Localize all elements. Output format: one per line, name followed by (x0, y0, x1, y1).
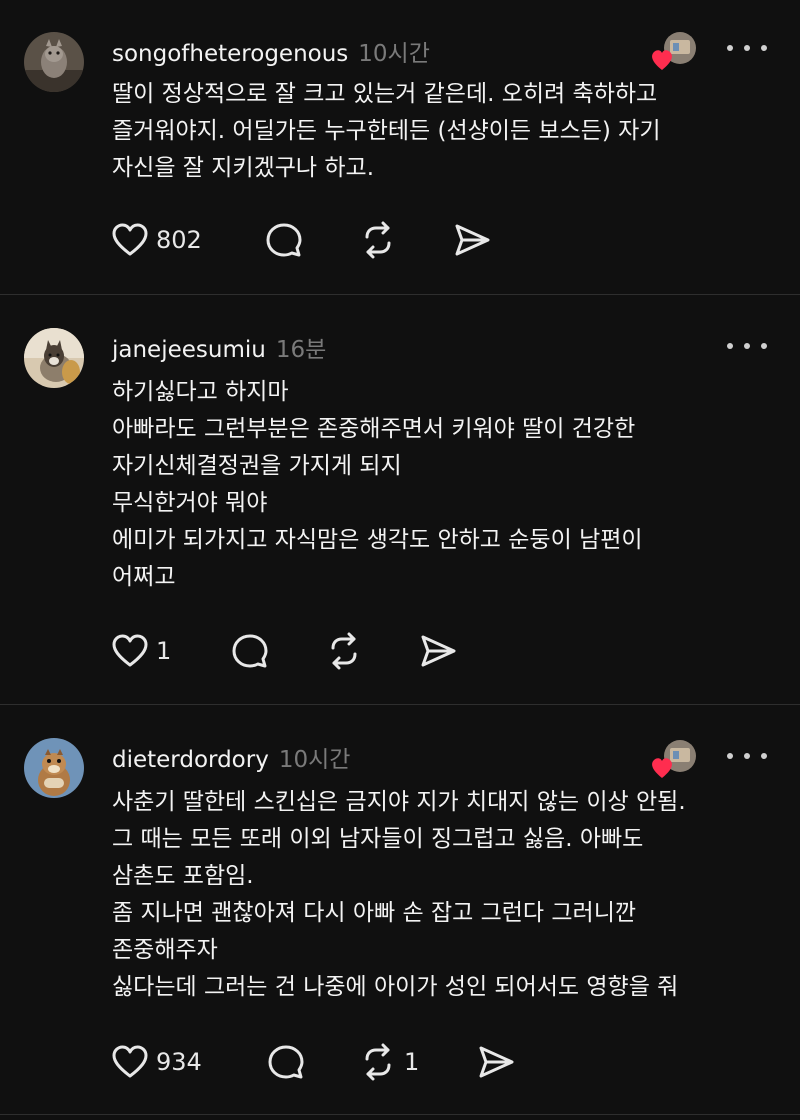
text-line: 자신을 잘 지키겠구나 하고. (112, 155, 375, 181)
comment-bubble-icon (266, 223, 302, 257)
text-line: 싫다는데 그러는 건 나중에 아이가 성인 되어서도 영향을 줘 (112, 974, 679, 1000)
repost-icon (365, 1043, 391, 1081)
heart-icon (112, 634, 148, 667)
heart-icon (112, 1045, 148, 1078)
more-dots-icon[interactable] (727, 336, 767, 356)
more-dots-icon[interactable] (727, 38, 767, 58)
text-line: 하기싫다고 하지마 (112, 379, 289, 405)
liked-by-author-badge (648, 738, 700, 782)
divider (0, 294, 800, 295)
share-button[interactable] (418, 629, 458, 673)
post-text: 딸이 정상적으로 잘 크고 있는거 같은데. 오히려 축하하고 즐거워야지. 어… (112, 76, 772, 187)
repost-button[interactable] (358, 218, 398, 262)
username[interactable]: dieterdordory 10시간 (112, 740, 350, 774)
text-line: 무식한거야 뭐야 (112, 490, 268, 516)
heart-icon (652, 50, 672, 70)
post-time: 16분 (275, 337, 327, 363)
heart-icon (652, 758, 672, 778)
more-dots-icon[interactable] (727, 746, 767, 766)
text-line: 딸이 정상적으로 잘 크고 있는거 같은데. 오히려 축하하고 (112, 81, 658, 107)
username[interactable]: janejeesumiu 16분 (112, 330, 326, 364)
text-line: 그 때는 모든 또래 이외 남자들이 징그럽고 싫음. 아빠도 (112, 826, 644, 852)
text-line: 좀 지나면 괜찮아져 다시 아빠 손 잡고 그런다 그러니깐 (112, 900, 637, 926)
avatar[interactable] (24, 738, 84, 798)
username[interactable]: songofheterogenous 10시간 (112, 34, 430, 68)
text-line: 아빠라도 그런부분은 존중해주면서 키워야 딸이 건강한 (112, 416, 636, 442)
like-count: 1 (156, 637, 172, 665)
avatar[interactable] (24, 328, 84, 388)
comment-bubble-icon (232, 634, 268, 668)
like-button[interactable]: 802 (110, 218, 202, 262)
text-line: 자기신체결정권을 가지게 되지 (112, 453, 402, 479)
like-count: 934 (156, 1048, 202, 1076)
repost-button[interactable] (324, 629, 364, 673)
heart-icon (112, 223, 148, 256)
liked-by-author-badge (648, 30, 700, 74)
comment-button[interactable] (266, 1040, 306, 1084)
share-button[interactable] (452, 218, 492, 262)
send-icon (455, 224, 490, 256)
like-button[interactable]: 934 (110, 1040, 202, 1084)
repost-icon (365, 221, 391, 259)
post-text: 하기싫다고 하지마 아빠라도 그런부분은 존중해주면서 키워야 딸이 건강한 자… (112, 374, 772, 596)
send-icon (421, 635, 456, 667)
post-text: 사춘기 딸한테 스킨십은 금지야 지가 치대지 않는 이상 안됨. 그 때는 모… (112, 784, 772, 1006)
repost-count: 1 (404, 1048, 420, 1076)
send-icon (479, 1046, 514, 1078)
text-line: 삼촌도 포함임. (112, 863, 254, 889)
repost-icon (331, 632, 357, 670)
divider (0, 704, 800, 705)
repost-button[interactable]: 1 (358, 1040, 419, 1084)
text-line: 어쩌고 (112, 564, 176, 590)
text-line: 에미가 되가지고 자식맘은 생각도 안하고 순둥이 남편이 (112, 527, 643, 553)
avatar[interactable] (24, 32, 84, 92)
comment-button[interactable] (230, 629, 270, 673)
text-line: 즐거워야지. 어딜가든 누구한테든 (선샹이든 보스든) 자기 (112, 118, 661, 144)
share-button[interactable] (476, 1040, 516, 1084)
post-time: 10시간 (278, 747, 351, 773)
divider (0, 1114, 800, 1115)
text-line: 사춘기 딸한테 스킨십은 금지야 지가 치대지 않는 이상 안됨. (112, 789, 686, 815)
text-line: 존중해주자 (112, 937, 218, 963)
comment-bubble-icon (268, 1045, 304, 1079)
comment-button[interactable] (264, 218, 304, 262)
like-button[interactable]: 1 (110, 629, 171, 673)
like-count: 802 (156, 226, 202, 254)
post-time: 10시간 (358, 41, 430, 67)
